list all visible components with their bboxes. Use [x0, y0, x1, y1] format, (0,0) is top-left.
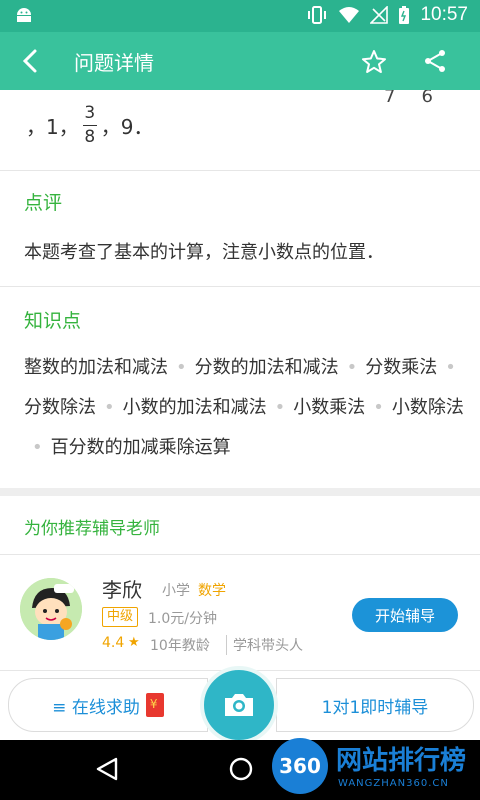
- review-body: 本题考查了基本的计算，注意小数点的位置．: [24, 242, 384, 263]
- recommend-title: 为你推荐辅导老师: [24, 519, 160, 539]
- teacher-grade: 小学: [162, 583, 190, 599]
- share-icon[interactable]: [422, 48, 448, 74]
- no-signal-icon: [370, 6, 389, 24]
- wifi-icon: [339, 7, 360, 23]
- knowledge-points: 整数的加法和减法 • 分数的加法和减法 • 分数乘法 •分数除法 • 小数的加法和减法 • 小数乘…: [24, 357, 464, 458]
- knowledge-point[interactable]: 小数除法: [392, 397, 464, 418]
- start-tutoring-button[interactable]: 开始辅导: [352, 598, 458, 632]
- online-help-button[interactable]: ≡ 在线求助: [8, 678, 208, 732]
- review-title: 点评: [24, 192, 63, 214]
- android-icon: [17, 8, 31, 22]
- knowledge-point[interactable]: 整数的加法和减法: [24, 357, 168, 378]
- knowledge-point[interactable]: 分数的加法和减法: [195, 357, 339, 378]
- knowledge-point[interactable]: 小数乘法: [293, 397, 365, 418]
- app-bar: 问题详情: [0, 32, 480, 90]
- teacher-rating: 4.4: [102, 635, 125, 651]
- rating-star-icon: ★: [128, 635, 140, 650]
- answer-line: ，1， 3 8 ，9．: [26, 103, 154, 147]
- teacher-subject: 数学: [198, 583, 226, 599]
- knowledge-point[interactable]: 分数乘法: [365, 357, 437, 378]
- watermark-360-logo: 360: [272, 738, 328, 794]
- teacher-name: 李欣: [102, 578, 142, 602]
- page-title: 问题详情: [74, 51, 154, 75]
- teacher-price: 1.0元/分钟: [148, 611, 217, 627]
- teacher-years: 10年教龄: [150, 638, 210, 654]
- one-on-one-tutoring-button[interactable]: 1对1即时辅导: [276, 678, 474, 732]
- knowledge-title: 知识点: [24, 310, 82, 332]
- teacher-tag: 学科带头人: [226, 635, 303, 655]
- back-arrow-icon[interactable]: [18, 48, 42, 74]
- nav-home-icon[interactable]: [228, 756, 254, 782]
- fraction: 3 8: [82, 103, 97, 147]
- watermark-subtitle: WANGZHAN360.CN: [338, 778, 449, 789]
- watermark-title: 网站排行榜: [336, 746, 467, 776]
- divider: [0, 286, 480, 287]
- section-separator: [0, 488, 480, 496]
- knowledge-point[interactable]: 百分数的加减乘除运算: [51, 437, 231, 458]
- battery-icon: [399, 6, 410, 24]
- cut-off-answer-row: 7 6: [384, 90, 433, 107]
- red-packet-icon: [145, 693, 164, 717]
- camera-icon: [225, 694, 253, 716]
- divider: [0, 554, 480, 555]
- question-detail-content: 7 6 ，1， 3 8 ，9． 点评 本题考查了基本的计算，注意小数点的位置． …: [0, 90, 480, 678]
- teacher-avatar-image: [20, 578, 82, 640]
- knowledge-point[interactable]: 分数除法: [24, 397, 96, 418]
- knowledge-point[interactable]: 小数的加法和减法: [123, 397, 267, 418]
- status-bar: 10:57: [0, 0, 480, 32]
- nav-back-icon[interactable]: [94, 756, 120, 782]
- divider: [0, 170, 480, 171]
- clock: 10:57: [420, 4, 468, 25]
- teacher-avatar[interactable]: [20, 578, 82, 640]
- camera-button[interactable]: [200, 666, 278, 744]
- teacher-level-badge: 中级: [102, 607, 139, 627]
- vibrate-icon: [308, 6, 327, 24]
- favorite-star-icon[interactable]: [360, 48, 388, 76]
